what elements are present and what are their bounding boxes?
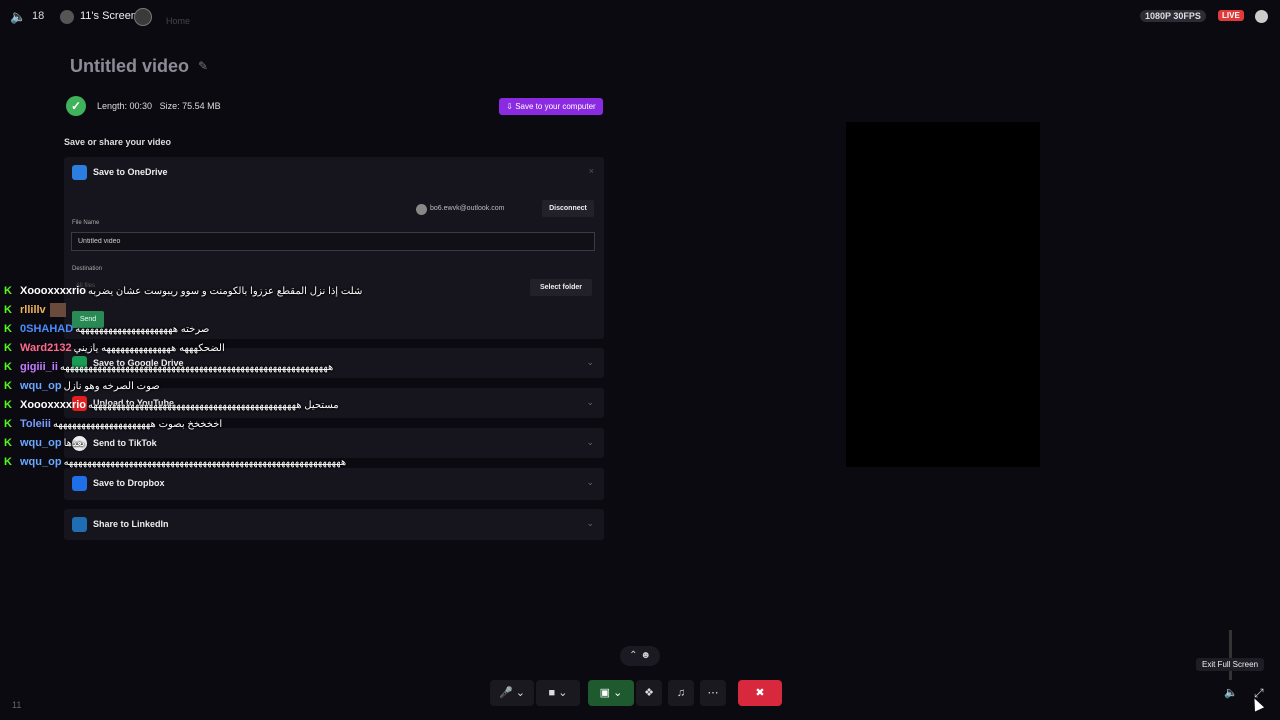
chat-username: rllillv <box>20 304 46 316</box>
share-section-label: Save or share your video <box>64 137 172 147</box>
taskbar-count: 11 <box>12 700 22 710</box>
quality-badge: 1080P 30FPS <box>1140 10 1206 22</box>
chat-message: K Xoooxxxxrio مستحيل ههههههههههههههههههههه… <box>4 398 339 416</box>
taskbar <box>0 698 1280 720</box>
chat-text: هههههههههههههههههههههههههههههههههههههههه… <box>63 457 347 468</box>
chat-message: K Ward2132 الضحكهههه هههههههههههههههه يازي… <box>4 341 225 359</box>
stream-top-bar: 🔈 18 11's Screen Home 1080P 30FPS LIVE <box>0 0 1280 34</box>
chat-username: wqu_op <box>20 456 62 468</box>
video-meta: Length: 00:30 Size: 75.54 MB <box>97 101 221 111</box>
kick-badge-icon: K <box>4 418 12 430</box>
service-card-linkedin[interactable]: Share to LinkedIn ⌄ <box>64 509 604 540</box>
chat-message: Kwqu_op ههههههههههههههههههههههههههههههههه… <box>4 455 346 473</box>
onedrive-card: Save to OneDrive × bo6.ewvk@outlook.com … <box>64 157 604 339</box>
chat-username: gigiii_ii <box>20 361 58 373</box>
chat-message: Kgigiii_ii هههههههههههههههههههههههههههههه… <box>4 360 333 378</box>
chat-text: بعدها <box>63 438 85 449</box>
chat-username: Xoooxxxxrio <box>20 399 87 411</box>
pencil-icon[interactable]: ✎ <box>198 59 208 73</box>
account-avatar <box>416 204 427 215</box>
collapse-toolbar-button[interactable]: ⌃ ☻ <box>620 646 660 666</box>
avatar <box>134 8 152 26</box>
chevron-down-icon: ⌄ <box>586 477 594 487</box>
chat-message: Kwqu_op صوت الصرخه وهو نازل <box>4 379 160 397</box>
kick-badge-icon: K <box>4 399 12 411</box>
kick-badge-icon: K <box>4 361 12 373</box>
volume-slider[interactable] <box>1229 630 1232 680</box>
chat-text: صرخته هههههههههههههههههههههه <box>75 324 210 335</box>
chevron-down-icon: ⌄ <box>586 518 594 528</box>
save-to-computer-button[interactable]: ⇩ Save to your computer <box>499 98 603 115</box>
chat-message: Krllillv <box>4 303 66 321</box>
chevron-down-icon: ⌄ <box>586 357 594 367</box>
chat-text: شلت إذا نزل المقطع عززوا بالكومنت و سوو … <box>88 286 363 297</box>
dropbox-icon <box>72 475 87 491</box>
onedrive-icon <box>72 164 87 180</box>
live-badge: LIVE <box>1218 10 1244 21</box>
onedrive-header[interactable]: Save to OneDrive <box>72 157 168 187</box>
kick-badge-icon: K <box>4 304 12 316</box>
chat-text: اخخخخخ بصوت هههههههههههههههههههههه <box>52 419 223 430</box>
file-name-field[interactable] <box>71 232 595 251</box>
select-folder-button[interactable]: Select folder <box>530 279 592 296</box>
chat-text: صوت الصرخه وهو نازل <box>63 381 160 392</box>
chat-username: wqu_op <box>20 437 62 449</box>
kick-badge-icon: K <box>4 342 12 354</box>
sharer-avatar <box>60 10 74 24</box>
chat-message: Kwqu_op بعدها <box>4 436 85 454</box>
screen-title: 11's Screen <box>80 10 137 22</box>
onedrive-label: Save to OneDrive <box>93 167 168 177</box>
kick-badge-icon: K <box>4 380 12 392</box>
video-title[interactable]: Untitled video <box>70 56 189 77</box>
kick-badge-icon: K <box>4 456 12 468</box>
video-length: Length: 00:30 <box>97 101 153 111</box>
tooltip: Exit Full Screen <box>1196 658 1265 671</box>
destination-label: Destination <box>72 266 103 272</box>
chat-text: مستحيل ههههههههههههههههههههههههههههههههه… <box>88 400 339 411</box>
volume-icon[interactable]: 🔈 <box>10 9 26 24</box>
chat-username: wqu_op <box>20 380 62 392</box>
chat-text: الضحكهههه هههههههههههههههه يازيني <box>73 343 225 354</box>
chevron-down-icon: ⌄ <box>586 397 594 407</box>
close-icon[interactable]: × <box>589 166 594 176</box>
video-preview[interactable] <box>846 122 1040 467</box>
chat-username: Xoooxxxxrio <box>20 285 87 297</box>
kick-badge-icon: K <box>4 323 12 335</box>
chat-icon[interactable] <box>1255 10 1268 23</box>
chat-message: K Xoooxxxxrio شلت إذا نزل المقطع عززوا بال… <box>4 284 362 302</box>
chat-message: K 0SHAHAD صرخته هههههههههههههههههههههه <box>4 322 209 340</box>
disconnect-button[interactable]: Disconnect <box>542 200 594 217</box>
service-label: Save to Dropbox <box>93 478 165 488</box>
save-to-computer-label: Save to your computer <box>515 102 596 111</box>
emote-image <box>49 303 66 318</box>
service-label: Send to TikTok <box>93 438 157 448</box>
service-header: Share to LinkedIn <box>72 509 169 539</box>
check-icon: ✓ <box>66 96 86 116</box>
file-name-label: File Name <box>72 220 100 226</box>
chat-username: 0SHAHAD <box>20 323 74 335</box>
home-link[interactable]: Home <box>166 16 190 26</box>
account-email: bo6.ewvk@outlook.com <box>430 205 505 212</box>
service-label: Share to LinkedIn <box>93 519 169 529</box>
kick-badge-icon: K <box>4 437 12 449</box>
viewer-count: 18 <box>32 10 45 22</box>
chevron-down-icon: ⌄ <box>586 437 594 447</box>
chat-username: Ward2132 <box>20 342 72 354</box>
linkedin-icon <box>72 516 87 532</box>
chat-username: Toleiii <box>20 418 51 430</box>
chat-message: K Toleiii اخخخخخ بصوت هههههههههههههههههههه… <box>4 417 222 435</box>
video-size: Size: 75.54 MB <box>159 101 221 111</box>
kick-badge-icon: K <box>4 285 12 297</box>
chat-text: هههههههههههههههههههههههههههههههههههههههه… <box>59 362 334 373</box>
